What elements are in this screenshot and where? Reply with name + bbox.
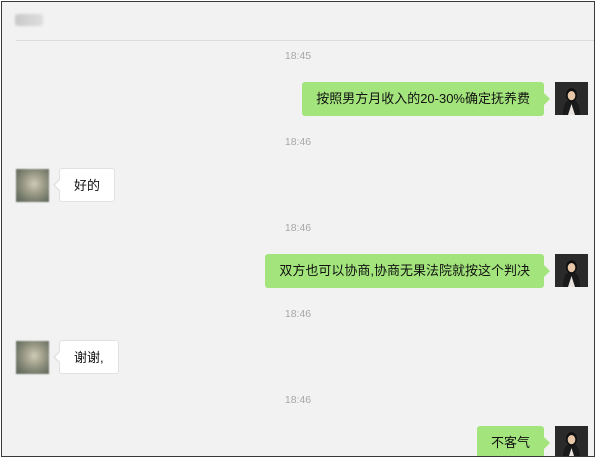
timestamp: 18:46	[284, 308, 312, 320]
my-avatar-icon[interactable]	[555, 82, 588, 115]
my-avatar-icon[interactable]	[555, 426, 588, 456]
timestamp: 18:46	[284, 222, 312, 234]
message-bubble-sent[interactable]: 双方也可以协商,协商无果法院就按这个判决	[265, 254, 550, 288]
contact-name-blurred	[15, 14, 43, 26]
timestamp: 18:46	[284, 394, 312, 406]
timestamp: 18:46	[284, 136, 312, 148]
contact-avatar-icon[interactable]	[16, 169, 49, 202]
message-bubble-sent[interactable]: 不客气	[476, 426, 551, 456]
message-bubble-received[interactable]: 谢谢,	[53, 340, 119, 374]
my-avatar-icon[interactable]	[555, 254, 588, 287]
message-bubble-received[interactable]: 好的	[52, 168, 116, 202]
chat-header	[2, 2, 594, 40]
timestamp: 18:45	[284, 50, 312, 62]
chat-window: 18:45 按照男方月收入的20-30%确定抚养费 18:46 好的 18:46…	[1, 1, 595, 457]
message-bubble-sent[interactable]: 按照男方月收入的20-30%确定抚养费	[302, 82, 550, 116]
header-divider	[16, 40, 594, 41]
contact-avatar-icon[interactable]	[16, 341, 49, 374]
